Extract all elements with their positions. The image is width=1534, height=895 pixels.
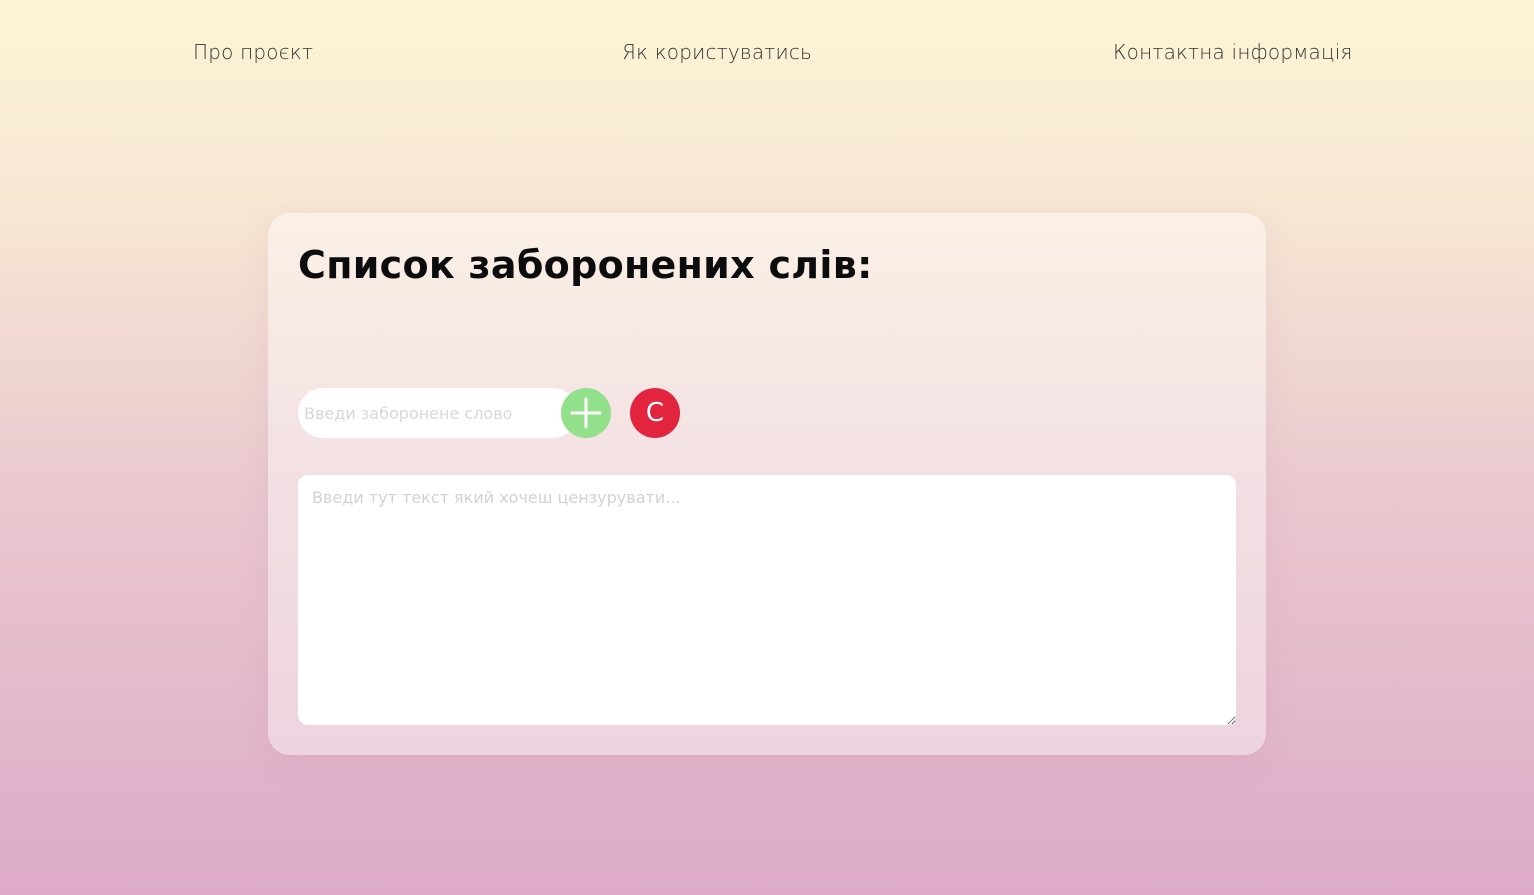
censor-text-area[interactable]: [298, 475, 1236, 725]
clear-button-label: C: [645, 398, 665, 428]
plus-icon: [570, 397, 602, 429]
card-title: Список заборонених слів:: [298, 243, 873, 287]
forbidden-word-input[interactable]: [298, 388, 578, 438]
top-nav: Про проєкт Як користуватись Контактна ін…: [0, 0, 1534, 100]
forbidden-word-row: C: [298, 388, 698, 438]
nav-link-about[interactable]: Про проєкт: [193, 40, 313, 64]
censor-card: Список заборонених слів: C: [268, 213, 1266, 755]
nav-link-contact-info[interactable]: Контактна інформація: [1113, 40, 1353, 64]
nav-link-how-to-use[interactable]: Як користуватись: [622, 40, 812, 64]
clear-button[interactable]: C: [630, 388, 680, 438]
add-word-button[interactable]: [561, 388, 611, 438]
